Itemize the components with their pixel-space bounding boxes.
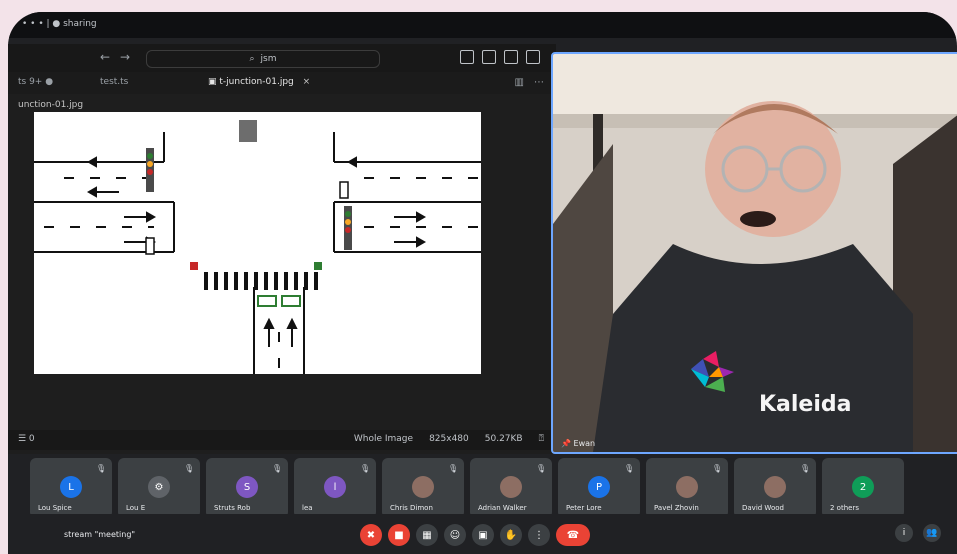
- layout-icon[interactable]: [526, 50, 540, 64]
- mic-icon: 🎙: [184, 464, 195, 473]
- mic-icon: 🎙: [96, 464, 107, 473]
- tab-actions[interactable]: ▥ ⋯: [515, 77, 544, 88]
- avatar: l: [324, 476, 346, 498]
- participant-tile[interactable]: 🎙 L Lou Spice: [30, 458, 112, 518]
- call-controls: stream "meeting" ✖ ■ ▦ ☺ ▣ ✋ ⋮ ☎ i 👥: [8, 514, 957, 554]
- camera-feed: [553, 54, 957, 452]
- participant-tile[interactable]: 🎙 David Wood: [734, 458, 816, 518]
- mic-icon: 🎙: [448, 464, 459, 473]
- status-mode[interactable]: Whole Image: [354, 434, 413, 444]
- window-title: • • • | ● sharing: [22, 19, 97, 29]
- tab-t-junction[interactable]: ▣ t-junction-01.jpg ×: [208, 77, 310, 87]
- layout-icon[interactable]: [504, 50, 518, 64]
- info-icon[interactable]: i: [895, 524, 913, 542]
- captions-button[interactable]: ▦: [416, 524, 438, 546]
- participant-tile[interactable]: 🎙 Pavel Zhovin: [646, 458, 728, 518]
- present-button[interactable]: ▣: [472, 524, 494, 546]
- participant-tile[interactable]: 🎙 l lea: [294, 458, 376, 518]
- meeting-window: • • • | ● sharing ← → ⌕ jsm ts 9+ ● test…: [8, 12, 957, 554]
- camera-off-button[interactable]: ■: [388, 524, 410, 546]
- participant-tile[interactable]: 🎙 Adrian Walker: [470, 458, 552, 518]
- mic-off-button[interactable]: ✖: [360, 524, 382, 546]
- mic-icon: 🎙: [272, 464, 283, 473]
- status-size: 825x480: [429, 434, 469, 444]
- person-photo-icon: [412, 476, 434, 498]
- mic-icon: 🎙: [624, 464, 635, 473]
- bell-icon[interactable]: ⍰: [539, 434, 544, 444]
- split-editor-icon[interactable]: ▥: [515, 77, 524, 88]
- participant-name: Lou E: [126, 504, 146, 512]
- person-photo-icon: [500, 476, 522, 498]
- participant-name: Pavel Zhovin: [654, 504, 699, 512]
- meeting-name: stream "meeting": [64, 530, 136, 539]
- participant-strip: 🎙 L Lou Spice 🎙 ⚙ Lou E 🎙 S Struts Rob 🎙…: [8, 458, 957, 520]
- participant-tile[interactable]: 🎙 P Peter Lore: [558, 458, 640, 518]
- phone-end-icon[interactable]: ☎: [556, 524, 590, 546]
- more-options-button[interactable]: ⋮: [528, 524, 550, 546]
- avatar: L: [60, 476, 82, 498]
- participant-name: 2 others: [830, 504, 859, 512]
- side-controls[interactable]: i 👥: [895, 524, 941, 542]
- person-photo-icon: [764, 476, 786, 498]
- participant-name: Chris Dimon: [390, 504, 433, 512]
- participant-name: David Wood: [742, 504, 784, 512]
- avatar: 2: [852, 476, 874, 498]
- image-file-icon: ▣: [208, 77, 217, 87]
- command-search[interactable]: ⌕ jsm: [146, 50, 380, 68]
- mic-icon: 🎙: [360, 464, 371, 473]
- mic-icon: 🎙: [712, 464, 723, 473]
- participant-tile-others[interactable]: 2 2 others: [822, 458, 904, 518]
- layout-icon[interactable]: [460, 50, 474, 64]
- mic-icon: 🎙: [800, 464, 811, 473]
- bicycle-icon: ⚙: [148, 476, 170, 498]
- forward-arrow-icon[interactable]: →: [120, 50, 130, 64]
- window-topbar: • • • | ● sharing: [8, 12, 957, 38]
- t-junction-diagram: [34, 120, 481, 374]
- people-icon[interactable]: 👥: [923, 524, 941, 542]
- participant-name: Lou Spice: [38, 504, 72, 512]
- close-icon[interactable]: ×: [303, 77, 311, 87]
- editor-statusbar: ☰ 0 Whole Image 825x480 50.27KB ⍰: [8, 430, 556, 450]
- editor-tabs: ts 9+ ● test.ts ▣ t-junction-01.jpg × ▥ …: [8, 72, 556, 94]
- shared-screen[interactable]: ← → ⌕ jsm ts 9+ ● test.ts ▣ t-junction-0…: [8, 44, 556, 454]
- layout-controls[interactable]: [460, 50, 540, 64]
- person-photo-icon: [676, 476, 698, 498]
- participant-name: Peter Lore: [566, 504, 602, 512]
- tab-label: t-junction-01.jpg: [219, 77, 294, 87]
- layout-icon[interactable]: [482, 50, 496, 64]
- avatar: P: [588, 476, 610, 498]
- participant-name: Adrian Walker: [478, 504, 527, 512]
- participant-tile[interactable]: 🎙 S Struts Rob: [206, 458, 288, 518]
- status-bytes: 50.27KB: [484, 434, 523, 444]
- participant-name: 📌 Ewan: [561, 439, 596, 448]
- breadcrumb: unction-01.jpg: [18, 100, 84, 110]
- participant-name: lea: [302, 504, 313, 512]
- search-text: jsm: [260, 54, 277, 64]
- pin-icon[interactable]: 📌: [561, 439, 571, 448]
- tab-test-ts[interactable]: test.ts: [100, 77, 128, 87]
- emoji-button[interactable]: ☺: [444, 524, 466, 546]
- more-icon[interactable]: ⋯: [534, 77, 544, 88]
- participant-tile[interactable]: 🎙 ⚙ Lou E: [118, 458, 200, 518]
- participant-name: Struts Rob: [214, 504, 251, 512]
- search-icon: ⌕: [249, 54, 255, 64]
- editor-toolbar: ← → ⌕ jsm: [8, 44, 556, 72]
- participant-tile[interactable]: 🎙 Chris Dimon: [382, 458, 464, 518]
- raise-hand-button[interactable]: ✋: [500, 524, 522, 546]
- mic-icon: 🎙: [536, 464, 547, 473]
- kaleida-logo-text: Kaleida: [759, 392, 852, 417]
- tab-ts[interactable]: ts 9+ ●: [18, 77, 53, 87]
- status-right: Whole Image 825x480 50.27KB ⍰: [354, 434, 544, 444]
- status-left: ☰ 0: [18, 434, 35, 444]
- back-arrow-icon[interactable]: ←: [100, 50, 110, 64]
- avatar: S: [236, 476, 258, 498]
- image-preview: [34, 112, 481, 374]
- participant-camera[interactable]: 📌 Ewan Kaleida: [551, 52, 957, 454]
